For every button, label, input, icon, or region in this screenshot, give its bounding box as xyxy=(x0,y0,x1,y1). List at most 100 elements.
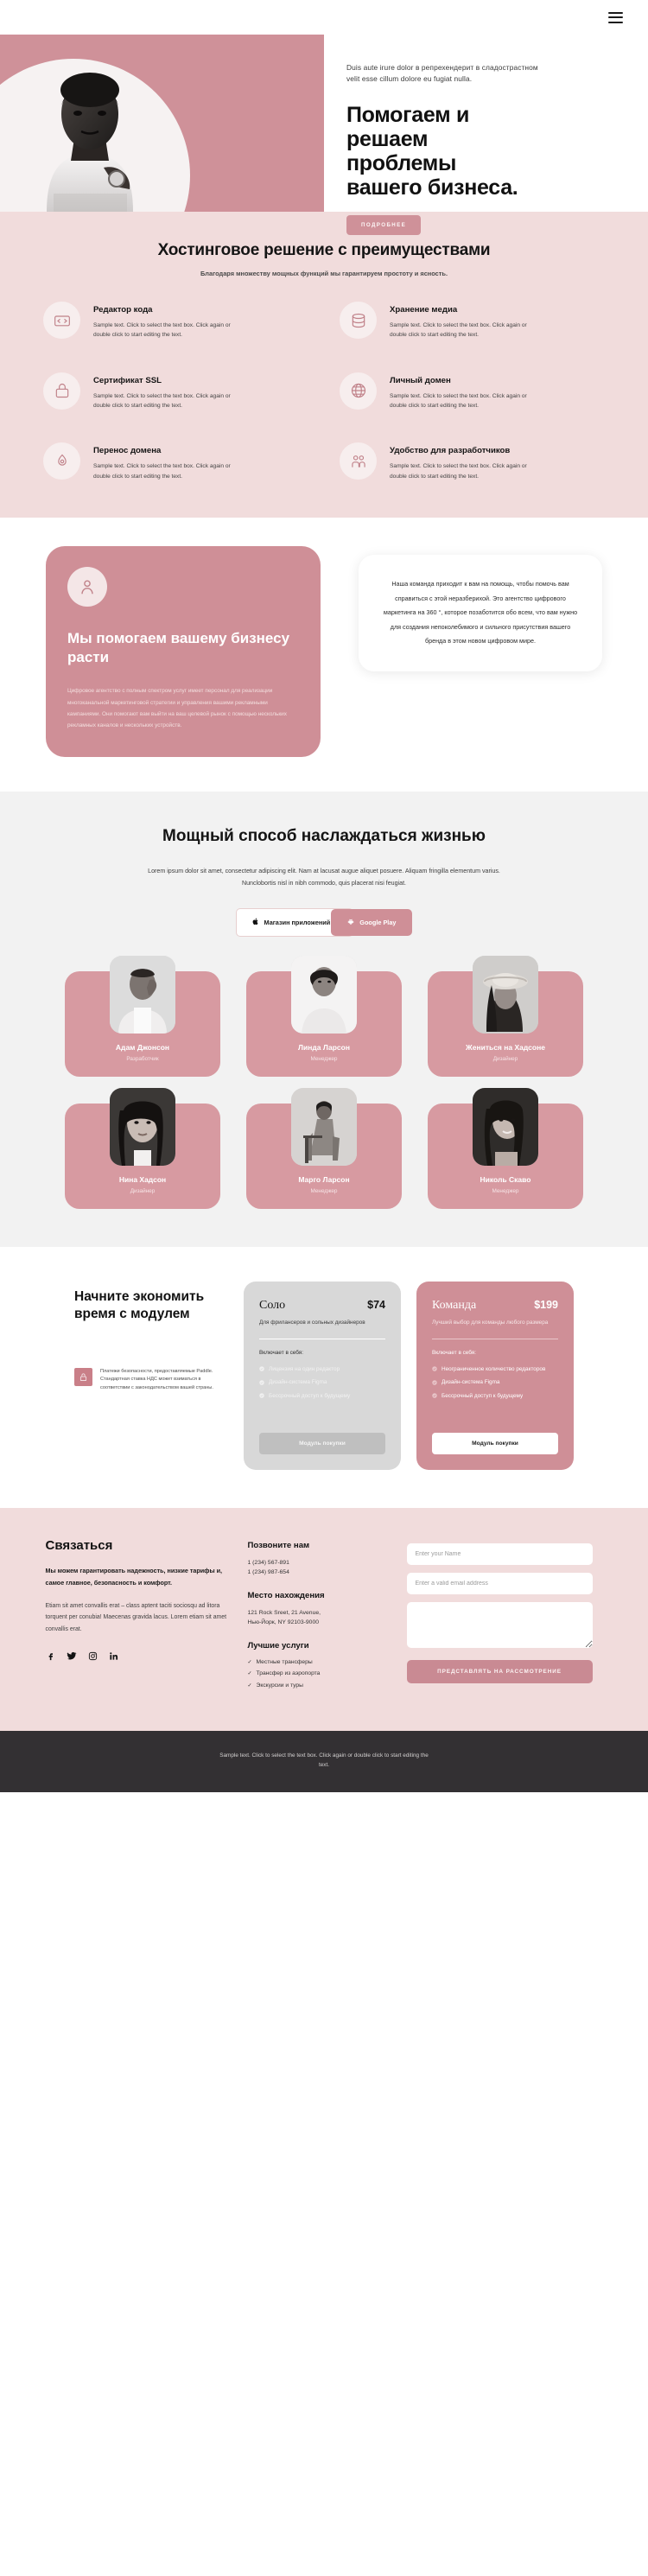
submit-button[interactable]: ПРЕДСТАВЛЯТЬ НА РАССМОТРЕНИЕ xyxy=(406,1659,593,1683)
database-storage-icon xyxy=(340,302,377,339)
plan-description: Для фрилансеров и сольных дизайнеров xyxy=(259,1319,365,1326)
phone-title: Позвоните нам xyxy=(247,1540,310,1550)
check-mark-icon: ✓ xyxy=(247,1671,252,1677)
hero-content: Duis aute irure dolor в репрехендерит в … xyxy=(324,35,648,236)
secure-payment-note: Платежи безопасности, предоставляемые Pa… xyxy=(74,1367,228,1393)
feature-item: Перенос домена Sample text. Click to sel… xyxy=(43,442,308,481)
hero-cta-button[interactable]: ПОДРОБНЕЕ xyxy=(346,215,422,236)
ssl-lock-icon xyxy=(43,372,80,410)
plan-feature-list: Неограниченное количество редакторов Диз… xyxy=(432,1365,558,1405)
globe-www-icon xyxy=(340,372,377,410)
plan-feature: Дизайн-система Figma xyxy=(432,1378,558,1387)
team-member-card[interactable]: Нина Хадсон Дизайнер xyxy=(65,1087,220,1209)
plan-price: $199 xyxy=(534,1298,558,1311)
plan-includes-label: Включает в себя: xyxy=(432,1349,477,1356)
plan-buy-button[interactable]: Модуль покупки xyxy=(432,1432,558,1454)
member-photo xyxy=(473,1087,538,1166)
member-role: Менеджер xyxy=(492,1187,519,1194)
member-role: Дизайнер xyxy=(492,1055,518,1062)
member-name: Нина Хадсон xyxy=(118,1174,167,1184)
check-circle-icon xyxy=(432,1379,437,1385)
store-buttons: Магазин приложений Google Play xyxy=(0,907,648,937)
feature-text: Sample text. Click to select the text bo… xyxy=(93,463,231,480)
phone-2[interactable]: 1 (234) 987-654 xyxy=(248,1568,386,1577)
team-section: Адам Джонсон Разработчик Линда Ларсон Ме… xyxy=(0,955,648,1247)
feature-item: Сертификат SSL Sample text. Click to sel… xyxy=(43,372,308,411)
lock-icon xyxy=(74,1367,92,1386)
plan-name: Соло xyxy=(259,1298,286,1312)
feature-title: Сертификат SSL xyxy=(93,375,162,385)
plan-description: Лучший выбор для команды любого размера xyxy=(432,1319,549,1326)
member-name: Марго Ларсон xyxy=(298,1174,350,1184)
footer-text: Sample text. Click to select the text bo… xyxy=(219,1752,429,1769)
check-circle-icon xyxy=(259,1366,264,1372)
phone-1[interactable]: 1 (234) 567-891 xyxy=(248,1558,386,1568)
service-item: ✓ Трансфер из аэропорта xyxy=(248,1670,386,1678)
feature-title: Редактор кода xyxy=(93,305,153,315)
domain-transfer-icon xyxy=(43,442,80,480)
features-title: Хостинговое решение с преимуществами xyxy=(157,241,491,259)
member-photo xyxy=(473,955,538,1034)
feature-text: Sample text. Click to select the text bo… xyxy=(93,392,231,409)
googleplay-button[interactable]: Google Play xyxy=(331,908,413,936)
team-member-card[interactable]: Линда Ларсон Менеджер xyxy=(246,955,402,1077)
android-icon xyxy=(347,918,354,927)
services-list: ✓ Местные трансферы ✓ Трансфер из аэропорт… xyxy=(248,1658,386,1690)
team-member-card[interactable]: Марго Ларсон Менеджер xyxy=(246,1087,402,1209)
message-textarea[interactable] xyxy=(406,1601,593,1648)
member-photo xyxy=(110,955,175,1034)
help-title: Мы помогаем вашему бизнесу расти xyxy=(67,629,290,665)
email-input[interactable] xyxy=(406,1572,593,1594)
footer: Sample text. Click to select the text bo… xyxy=(0,1731,648,1793)
feature-item: Редактор кода Sample text. Click to sele… xyxy=(43,302,308,340)
team-member-card[interactable]: Адам Джонсон Разработчик xyxy=(65,955,220,1077)
contact-section: Связаться Мы можем гарантировать надежно… xyxy=(0,1507,648,1732)
apple-icon xyxy=(252,918,259,927)
power-section: Мощный способ наслаждаться жизнью Lorem … xyxy=(0,791,648,968)
member-role: Менеджер xyxy=(310,1187,338,1194)
contact-form: ПРЕДСТАВЛЯТЬ НА РАССМОТРЕНИЕ xyxy=(406,1538,593,1693)
member-name: Николь Скаво xyxy=(480,1174,531,1184)
team-member-card[interactable]: Николь Скаво Менеджер xyxy=(428,1087,583,1209)
name-input[interactable] xyxy=(406,1542,593,1565)
navbar xyxy=(0,0,648,35)
plan-feature: Бессрочный доступ к будущему xyxy=(432,1392,558,1401)
feature-title: Хранение медиа xyxy=(390,305,458,315)
member-name: Линда Ларсон xyxy=(298,1042,350,1052)
help-card: Мы помогаем вашему бизнесу расти Цифрово… xyxy=(46,545,321,757)
hero-title: Помогаем и решаем проблемы вашего бизнес… xyxy=(346,103,518,200)
appstore-label: Магазин приложений xyxy=(264,918,331,926)
member-name: Жениться на Хадсоне xyxy=(466,1042,545,1052)
twitter-icon[interactable] xyxy=(67,1650,77,1665)
pricing-section: Начните экономить время с модулем Платеж… xyxy=(0,1246,648,1508)
check-circle-icon xyxy=(259,1393,264,1398)
feature-text: Sample text. Click to select the text bo… xyxy=(390,392,527,409)
check-mark-icon: ✓ xyxy=(247,1682,252,1689)
plan-buy-button[interactable]: Модуль покупки xyxy=(259,1432,385,1454)
plan-price: $74 xyxy=(367,1298,385,1311)
facebook-icon[interactable] xyxy=(46,1650,55,1665)
power-title: Мощный способ наслаждаться жизнью xyxy=(162,826,486,845)
plan-feature: Лицензия на один редактор xyxy=(259,1365,385,1374)
pricing-title: Начните экономить время с модулем xyxy=(74,1288,205,1321)
pricing-card-solo: Соло $74 Для фрилансеров и сольных дизай… xyxy=(244,1281,401,1470)
landing-page: Duis aute irure dolor в репрехендерит в … xyxy=(0,0,648,1793)
feature-title: Личный домен xyxy=(390,375,451,385)
location-title: Место нахождения xyxy=(247,1590,325,1600)
member-role: Менеджер xyxy=(310,1055,338,1062)
contact-details-column: Позвоните нам 1 (234) 567-891 1 (234) 98… xyxy=(248,1538,386,1693)
linkedin-icon[interactable] xyxy=(109,1650,118,1665)
plan-feature: Дизайн-система Figma xyxy=(259,1378,385,1387)
googleplay-label: Google Play xyxy=(359,918,397,926)
plan-name: Команда xyxy=(432,1298,477,1312)
plan-feature: Неограниченное количество редакторов xyxy=(432,1365,558,1374)
team-member-card[interactable]: Жениться на Хадсоне Дизайнер xyxy=(428,955,583,1077)
member-photo xyxy=(291,955,357,1034)
member-role: Дизайнер xyxy=(130,1187,156,1194)
plan-feature-list: Лицензия на один редактор Дизайн-система… xyxy=(259,1365,385,1405)
hamburger-menu-icon[interactable] xyxy=(608,11,623,23)
check-circle-icon xyxy=(259,1379,264,1385)
services-title: Лучшие услуги xyxy=(247,1640,309,1651)
plan-feature: Бессрочный доступ к будущему xyxy=(259,1392,385,1401)
instagram-icon[interactable] xyxy=(88,1650,98,1665)
